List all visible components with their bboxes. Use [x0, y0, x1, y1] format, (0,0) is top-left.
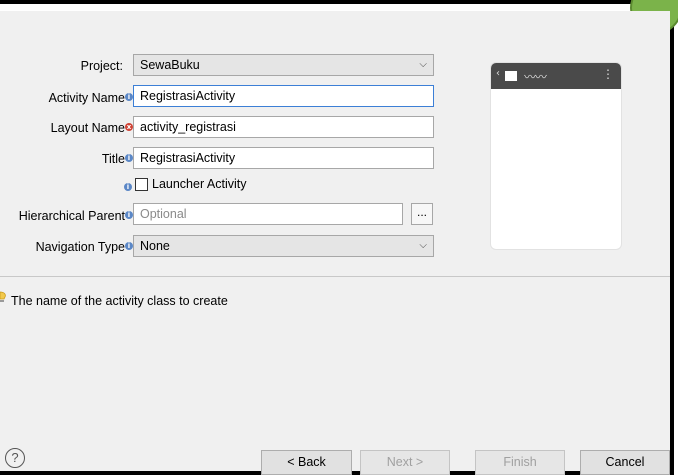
navigation-type-combo[interactable]: None ⌵	[133, 235, 434, 257]
status-message: The name of the activity class to create	[11, 294, 228, 308]
project-value: SewaBuku	[140, 58, 200, 72]
next-button[interactable]: Next >	[360, 450, 450, 475]
wizard-window: Project: SewaBuku ⌵ Activity Name i Regis…	[0, 0, 678, 475]
navigation-type-value: None	[140, 239, 170, 253]
activity-name-label: Activity Name	[48, 91, 125, 105]
launcher-label: Launcher Activity	[152, 177, 247, 191]
navigation-type-label-row: Navigation Type i	[10, 240, 133, 254]
hierarchical-parent-label-row: Hierarchical Parent i	[0, 209, 133, 223]
title-field[interactable]: RegistrasiActivity	[133, 147, 434, 169]
finish-button[interactable]: Finish	[475, 450, 565, 475]
error-icon: x	[125, 123, 133, 131]
title-value: RegistrasiActivity	[140, 151, 236, 165]
hierarchical-parent-placeholder: Optional	[140, 207, 187, 221]
project-combo[interactable]: SewaBuku ⌵	[133, 54, 434, 76]
info-icon: i	[124, 183, 132, 191]
launcher-checkbox[interactable]	[135, 178, 148, 191]
layout-name-value: activity_registrasi	[140, 120, 236, 134]
overflow-menu-icon: ⋮	[602, 67, 614, 81]
chevron-down-icon: ⌵	[419, 240, 427, 251]
info-icon: i	[125, 242, 133, 250]
back-caret-icon: ‹	[496, 68, 500, 79]
layout-name-field[interactable]: activity_registrasi	[133, 116, 434, 138]
window-top	[0, 4, 670, 11]
title-label: Title	[101, 152, 125, 166]
project-label: Project:	[80, 59, 123, 73]
activity-name-field[interactable]: RegistrasiActivity	[133, 85, 434, 107]
hierarchical-parent-field[interactable]: Optional	[133, 203, 403, 225]
hierarchical-parent-label: Hierarchical Parent	[18, 209, 125, 223]
preview-action-bar: ‹ 〰〰 ⋮	[491, 63, 621, 89]
app-icon-placeholder	[505, 71, 517, 81]
chevron-down-icon: ⌵	[419, 59, 427, 70]
back-button[interactable]: < Back	[261, 450, 352, 475]
info-icon: i	[125, 154, 133, 162]
activity-name-label-row: Activity Name i	[10, 91, 133, 105]
layout-name-label: Layout Name	[50, 121, 125, 135]
navigation-type-label: Navigation Type	[35, 240, 125, 254]
title-label-row: Title i	[60, 152, 133, 166]
lightbulb-icon	[0, 291, 6, 302]
info-icon: i	[125, 211, 133, 219]
title-squiggle-icon: 〰〰	[524, 70, 547, 84]
activity-preview: ‹ 〰〰 ⋮	[490, 62, 622, 250]
help-button[interactable]: ?	[5, 448, 25, 468]
activity-name-value: RegistrasiActivity	[140, 89, 236, 103]
cancel-button[interactable]: Cancel	[580, 450, 670, 475]
info-icon: i	[125, 93, 133, 101]
browse-button[interactable]: ...	[411, 203, 433, 225]
layout-name-label-row: Layout Name x	[10, 121, 133, 135]
